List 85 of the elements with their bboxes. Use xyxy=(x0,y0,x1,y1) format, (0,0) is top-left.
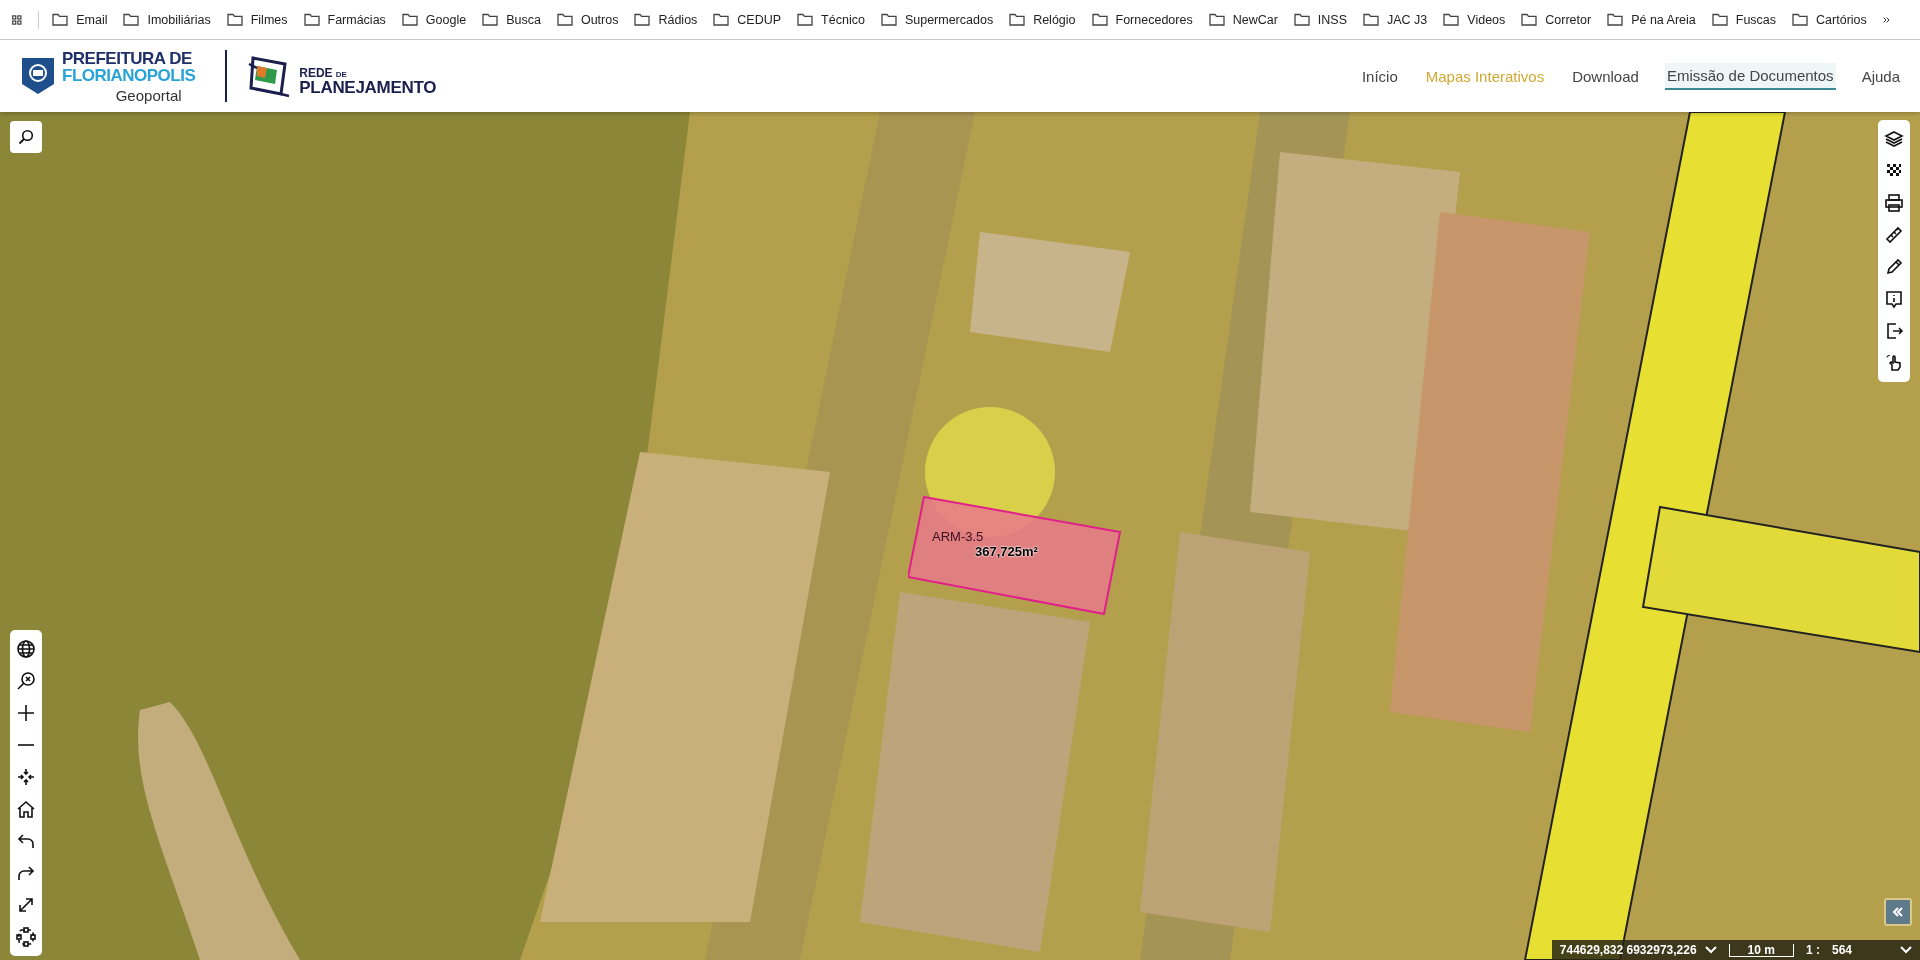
select-frame-icon xyxy=(16,927,36,947)
export-icon xyxy=(1884,321,1904,341)
bookmark-folder[interactable]: Filmes xyxy=(226,12,288,27)
city-name: PREFEITURA DE xyxy=(62,49,193,67)
bookmark-folder[interactable]: Imobiliárias xyxy=(123,12,211,27)
partner-logo-word: REDE xyxy=(299,66,333,79)
layers-icon xyxy=(1884,129,1904,149)
folder-icon xyxy=(1792,13,1809,26)
folder-icon xyxy=(1293,13,1310,26)
bookmark-folder[interactable]: Busca xyxy=(482,12,541,27)
redo-icon xyxy=(16,863,36,883)
search-icon xyxy=(18,129,34,145)
folder-icon xyxy=(1208,13,1225,26)
resize-icon xyxy=(16,895,36,915)
folder-icon xyxy=(1363,13,1379,26)
bookmark-folder[interactable]: Farmácias xyxy=(303,12,386,27)
city-name: FLORIANOPOLIS xyxy=(62,66,196,84)
nav-link[interactable]: Emissão de Documentos xyxy=(1664,62,1836,90)
nav-link[interactable]: Início xyxy=(1359,63,1400,89)
folder-icon xyxy=(52,13,69,26)
folder-icon xyxy=(1009,13,1026,26)
bookmark-folder[interactable]: Outros xyxy=(556,12,619,27)
folder-icon xyxy=(556,13,573,26)
zoom-in-icon xyxy=(16,703,36,723)
pencil-icon xyxy=(1884,257,1904,277)
bookmark-folder[interactable]: Google xyxy=(401,12,467,27)
portal-subtitle: Geoportal xyxy=(115,87,182,103)
bookmark-folder[interactable]: Fornecedores xyxy=(1091,12,1193,27)
search-button[interactable] xyxy=(10,121,42,153)
folder-icon xyxy=(1607,13,1624,26)
map-view[interactable]: ARM-3.5 367,725m² 744629,832 6932973,226 10 m 1 : 564 xyxy=(0,112,1920,960)
chevron-down-icon[interactable] xyxy=(1704,946,1717,954)
bookmark-folder[interactable]: Relógio xyxy=(1009,12,1076,27)
coordinates-readout: 744629,832 6932973,226 xyxy=(1559,943,1697,957)
print-icon xyxy=(1884,193,1904,213)
bookmark-folder[interactable]: Técnico xyxy=(797,12,865,27)
folder-icon xyxy=(713,13,730,26)
nav-link[interactable]: Ajuda xyxy=(1859,63,1902,89)
chevron-down-icon[interactable] xyxy=(1900,946,1912,954)
bookmark-folder[interactable]: Email xyxy=(52,12,108,27)
undo-icon xyxy=(16,831,36,851)
planning-logo-drawing xyxy=(247,54,292,98)
folder-icon xyxy=(401,13,418,26)
folder-icon xyxy=(634,13,651,26)
bookmark-folder[interactable]: Supermercados xyxy=(880,12,994,27)
bookmark-folder[interactable]: NewCar xyxy=(1208,12,1278,27)
partner-logo-word: DE xyxy=(335,70,347,79)
folder-icon xyxy=(123,13,140,26)
bookmark-folder[interactable]: INSS xyxy=(1293,12,1347,27)
bookmark-folder[interactable]: Cartórios xyxy=(1792,12,1867,27)
scale-ratio-prefix: 1 : xyxy=(1805,943,1820,957)
bookmark-folder[interactable]: Videos xyxy=(1443,12,1506,27)
folder-icon xyxy=(1521,13,1538,26)
zoom-out-icon xyxy=(17,743,35,747)
scale-bar: 10 m xyxy=(1728,943,1794,957)
bookmark-folder[interactable]: Corretor xyxy=(1521,12,1592,27)
center-arrows-icon xyxy=(16,767,36,787)
folder-icon xyxy=(1711,13,1728,26)
chevron-double-left-icon xyxy=(1892,907,1904,917)
ruler-icon xyxy=(1884,225,1904,245)
parcel-outline[interactable] xyxy=(908,495,1124,615)
partner-logo-word: PLANEJAMENTO xyxy=(299,78,437,96)
globe-icon xyxy=(16,639,36,659)
zoom-extent-icon xyxy=(16,671,36,691)
bookmark-folder[interactable]: JAC J3 xyxy=(1363,12,1428,27)
folder-icon xyxy=(226,13,243,26)
bookmark-folder[interactable]: Fuscas xyxy=(1711,12,1777,27)
city-shield-icon xyxy=(20,56,56,96)
info-icon xyxy=(1884,289,1904,309)
area-label: 367,725m² xyxy=(975,544,1038,559)
nav-link[interactable]: Download xyxy=(1570,63,1641,89)
bookmark-folder[interactable]: Pé na Areia xyxy=(1607,12,1696,27)
collapse-button[interactable] xyxy=(1884,898,1912,926)
folder-icon xyxy=(880,13,897,26)
folder-icon xyxy=(482,13,499,26)
bookmark-folder[interactable]: Rádios xyxy=(634,12,698,27)
bookmark-folder[interactable]: CEDUP xyxy=(713,12,782,27)
zone-label: ARM-3.5 xyxy=(932,529,984,544)
folder-icon xyxy=(1091,13,1108,26)
folder-icon xyxy=(303,13,320,26)
scale-ratio-value: 564 xyxy=(1831,943,1852,957)
home-icon xyxy=(16,799,36,819)
hand-pointer-icon xyxy=(1884,353,1904,373)
folder-icon xyxy=(1443,13,1460,26)
folder-icon xyxy=(797,13,814,26)
